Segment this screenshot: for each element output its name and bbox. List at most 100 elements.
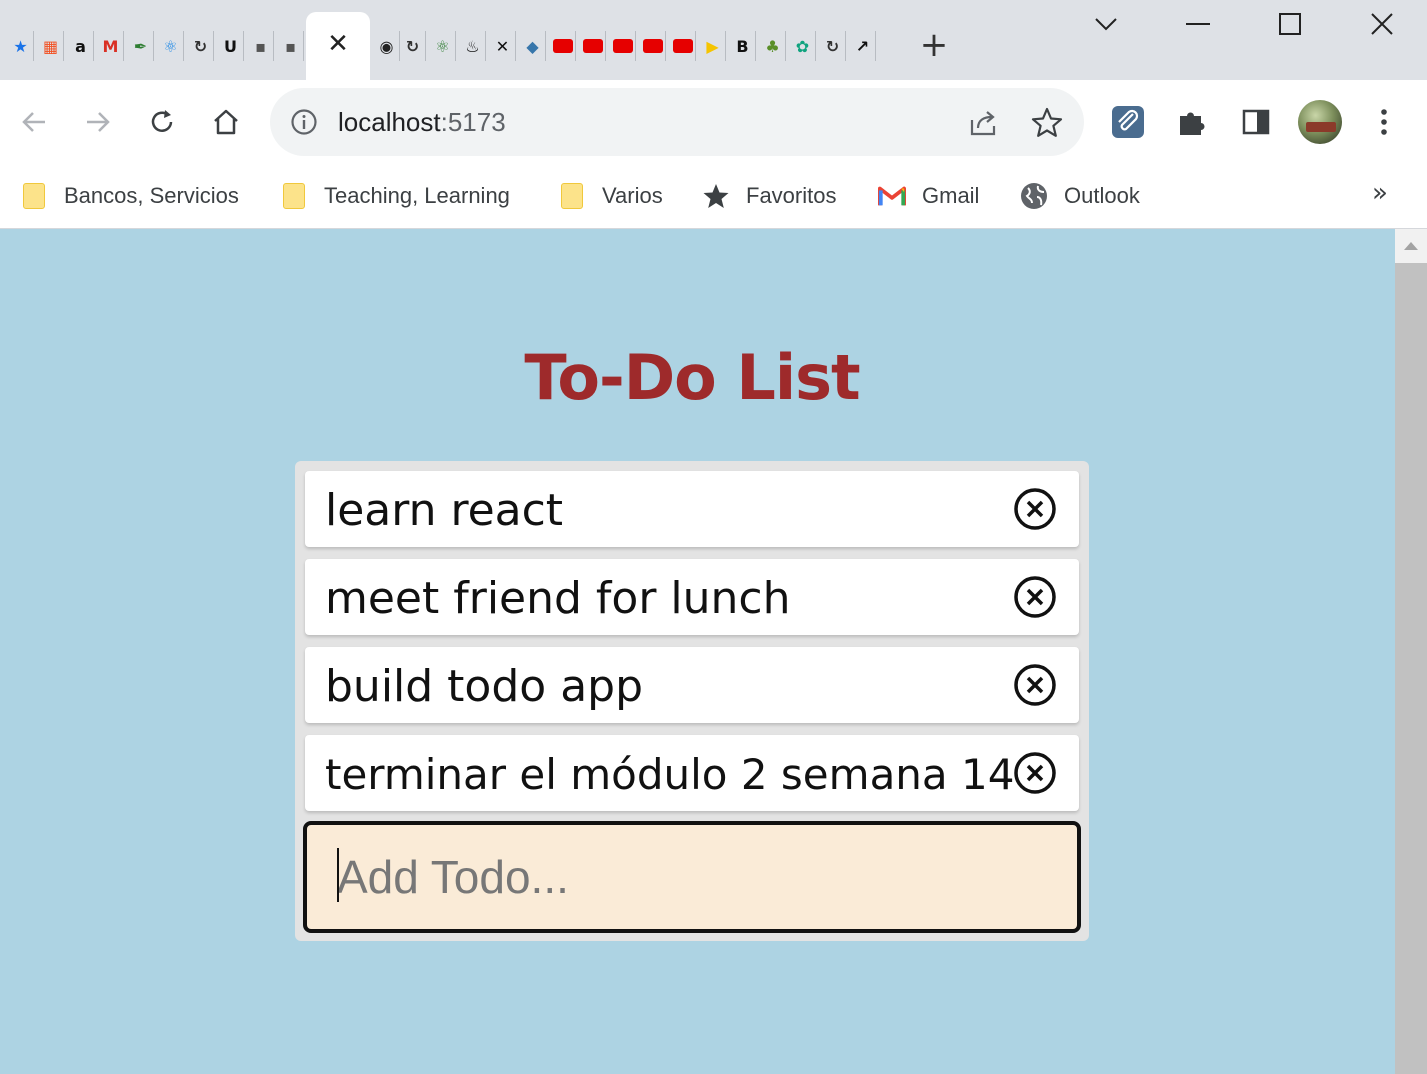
arrow-icon-glyph: ↗ [855,36,870,56]
bookmark-gmail[interactable]: Gmail [878,176,979,216]
bookmark-star-icon[interactable]: ★ [8,31,34,61]
info-icon[interactable] [290,108,318,136]
amazon-icon[interactable]: a [68,31,94,61]
back-button[interactable] [14,102,54,142]
bookmark-label: Gmail [922,183,980,208]
plant-icon[interactable]: ♣ [760,31,786,61]
youtube-icon-5[interactable] [670,31,696,61]
todo-item: terminar el módulo 2 semana 14 [305,735,1079,811]
todo-text: build todo app [325,661,644,712]
menu-button[interactable] [1364,102,1404,142]
page-title: To-Do List [524,341,860,414]
react-icon-2-glyph: ⚛ [435,36,450,56]
microsoft-icon[interactable]: ▦ [38,31,64,61]
udemy-icon[interactable]: U [218,31,244,61]
kebab-menu-icon [1381,109,1387,135]
maximize-icon [1279,13,1301,35]
youtube-icon[interactable] [550,31,576,61]
bookmarks-overflow-button[interactable]: » [1372,178,1388,208]
python-icon-glyph: ◆ [526,36,539,56]
todo-panel: learn react meet friend for lunch build … [295,461,1089,941]
maximize-button[interactable] [1260,4,1320,44]
globe-icon [1020,182,1048,210]
udemy-icon-glyph: U [224,36,237,56]
codewars-icon[interactable]: ♨ [460,31,486,61]
todo-text: learn react [325,485,564,536]
bookmark-favoritos[interactable]: Favoritos [702,176,836,216]
bookmark-label: Teaching, Learning [324,183,510,208]
tab-strip: ★ ▦ a M ✒ ⚛ ↻ U ▪ ▪ ◉ ↻ ⚛ ♨ ✕ ◆ ▶ B ♣ ✿ ↻ ↗ ✕ + [0,0,1427,80]
delete-todo-icon[interactable] [1013,663,1057,707]
url-host: localhost [338,107,441,137]
triangle-up-icon [1404,242,1418,250]
bookmark-varios[interactable]: Varios [558,176,663,216]
close-window-button[interactable] [1352,4,1412,44]
gmail-icon [878,182,906,210]
extension-button[interactable] [1108,102,1148,142]
folder-icon [558,182,586,210]
bookmark-star-icon[interactable] [1030,106,1064,140]
bold-b-icon-glyph: B [736,36,749,56]
share-icon[interactable] [966,106,1000,140]
reload-button[interactable] [142,102,182,142]
minimize-button[interactable] [1168,4,1228,44]
url-port: :5173 [440,107,506,137]
profile-avatar[interactable] [1298,100,1342,144]
github-icon[interactable]: ◉ [374,31,400,61]
bookmark-label: Outlook [1064,183,1140,208]
x-icon-glyph: ✕ [495,36,510,56]
vertical-scrollbar[interactable] [1395,229,1427,1074]
address-bar[interactable]: localhost:5173 [270,88,1084,156]
delete-todo-icon[interactable] [1013,751,1057,795]
arrow-icon[interactable]: ↗ [850,31,876,61]
url-text[interactable]: localhost:5173 [338,106,506,138]
delete-todo-icon[interactable] [1013,575,1057,619]
play-icon-glyph: ▶ [706,36,719,56]
side-panel-button[interactable] [1236,102,1276,142]
forward-button[interactable] [78,102,118,142]
bookmark-bancos-servicios[interactable]: Bancos, Servicios [20,176,239,216]
feather-icon-glyph: ✒ [133,36,148,56]
new-tab-button[interactable]: + [916,28,952,64]
bookmark-outlook[interactable]: Outlook [1020,176,1140,216]
youtube-icon-4[interactable] [640,31,666,61]
todo-item: build todo app [305,647,1079,723]
home-button[interactable] [206,102,246,142]
github-icon-glyph: ◉ [379,36,394,56]
site-icon-2[interactable]: ▪ [278,31,304,61]
x-icon[interactable]: ✕ [490,31,516,61]
openai-icon[interactable]: ✿ [790,31,816,61]
play-icon[interactable]: ▶ [700,31,726,61]
scroll-up-button[interactable] [1395,229,1427,263]
youtube-icon-3[interactable] [610,31,636,61]
back-arrow-icon [22,112,45,132]
feather-icon[interactable]: ✒ [128,31,154,61]
bookmark-label: Bancos, Servicios [64,183,239,208]
replit-icon-2[interactable]: ↻ [400,31,426,61]
todo-text: meet friend for lunch [325,573,791,624]
codewars-icon-glyph: ♨ [465,36,480,56]
replit-icon-2-glyph: ↻ [405,36,420,56]
replit-icon[interactable]: ↻ [188,31,214,61]
add-todo-input[interactable] [303,821,1081,933]
replit-icon-3[interactable]: ↻ [820,31,846,61]
star-icon [702,182,730,210]
youtube-icon-2[interactable] [580,31,606,61]
react-icon[interactable]: ⚛ [158,31,184,61]
openai-icon-glyph: ✿ [795,36,810,56]
paperclip-extension-icon [1112,106,1144,138]
gmail-icon[interactable]: M [98,31,124,61]
extensions-button[interactable] [1172,102,1212,142]
bookmark-teaching-learning[interactable]: Teaching, Learning [280,176,510,216]
replit-icon-glyph: ↻ [193,36,208,56]
close-tab-icon[interactable]: ✕ [326,31,350,57]
chevron-down-icon [1095,18,1117,31]
site-icon[interactable]: ▪ [248,31,274,61]
replit-icon-3-glyph: ↻ [825,36,840,56]
tab-search-button[interactable] [1076,4,1136,44]
bold-b-icon[interactable]: B [730,31,756,61]
python-icon[interactable]: ◆ [520,31,546,61]
delete-todo-icon[interactable] [1013,487,1057,531]
active-tab[interactable]: ✕ [306,12,370,80]
react-icon-2[interactable]: ⚛ [430,31,456,61]
